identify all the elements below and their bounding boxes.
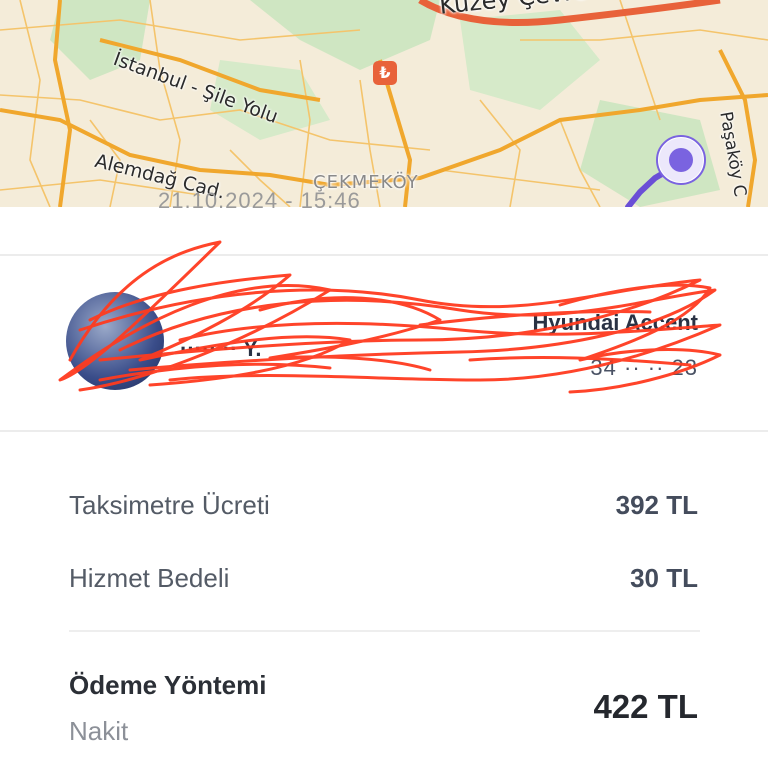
route-map[interactable]: Kuzey Çevre Otoyolu İstanbul - Şile Yolu…: [0, 0, 768, 207]
payment-method-value: Nakit: [69, 716, 129, 746]
trip-date-time: 21.10.2024 - 15:46: [158, 188, 361, 213]
fare-divider: [69, 630, 700, 632]
park-area: [250, 0, 440, 70]
section-divider: [0, 254, 768, 256]
fare-label-service: Hizmet Bedeli: [69, 563, 230, 593]
location-marker-dot: [669, 148, 693, 172]
fare-value-meter: 392 TL: [615, 490, 698, 520]
fare-label-meter: Taksimetre Ücreti: [69, 490, 270, 520]
currency-exchange-icon[interactable]: ₺: [373, 61, 397, 85]
section-divider: [0, 430, 768, 432]
payment-method-label: Ödeme Yöntemi: [69, 670, 267, 700]
total-fare: 422 TL: [593, 688, 698, 725]
driver-avatar: [66, 292, 164, 390]
fare-value-service: 30 TL: [630, 563, 698, 593]
driver-name: ····· ·· Y.: [180, 336, 262, 361]
vehicle-model: Hyundai Accent: [532, 310, 698, 335]
vehicle-plate: 34 ·· ·· 23: [590, 355, 698, 380]
